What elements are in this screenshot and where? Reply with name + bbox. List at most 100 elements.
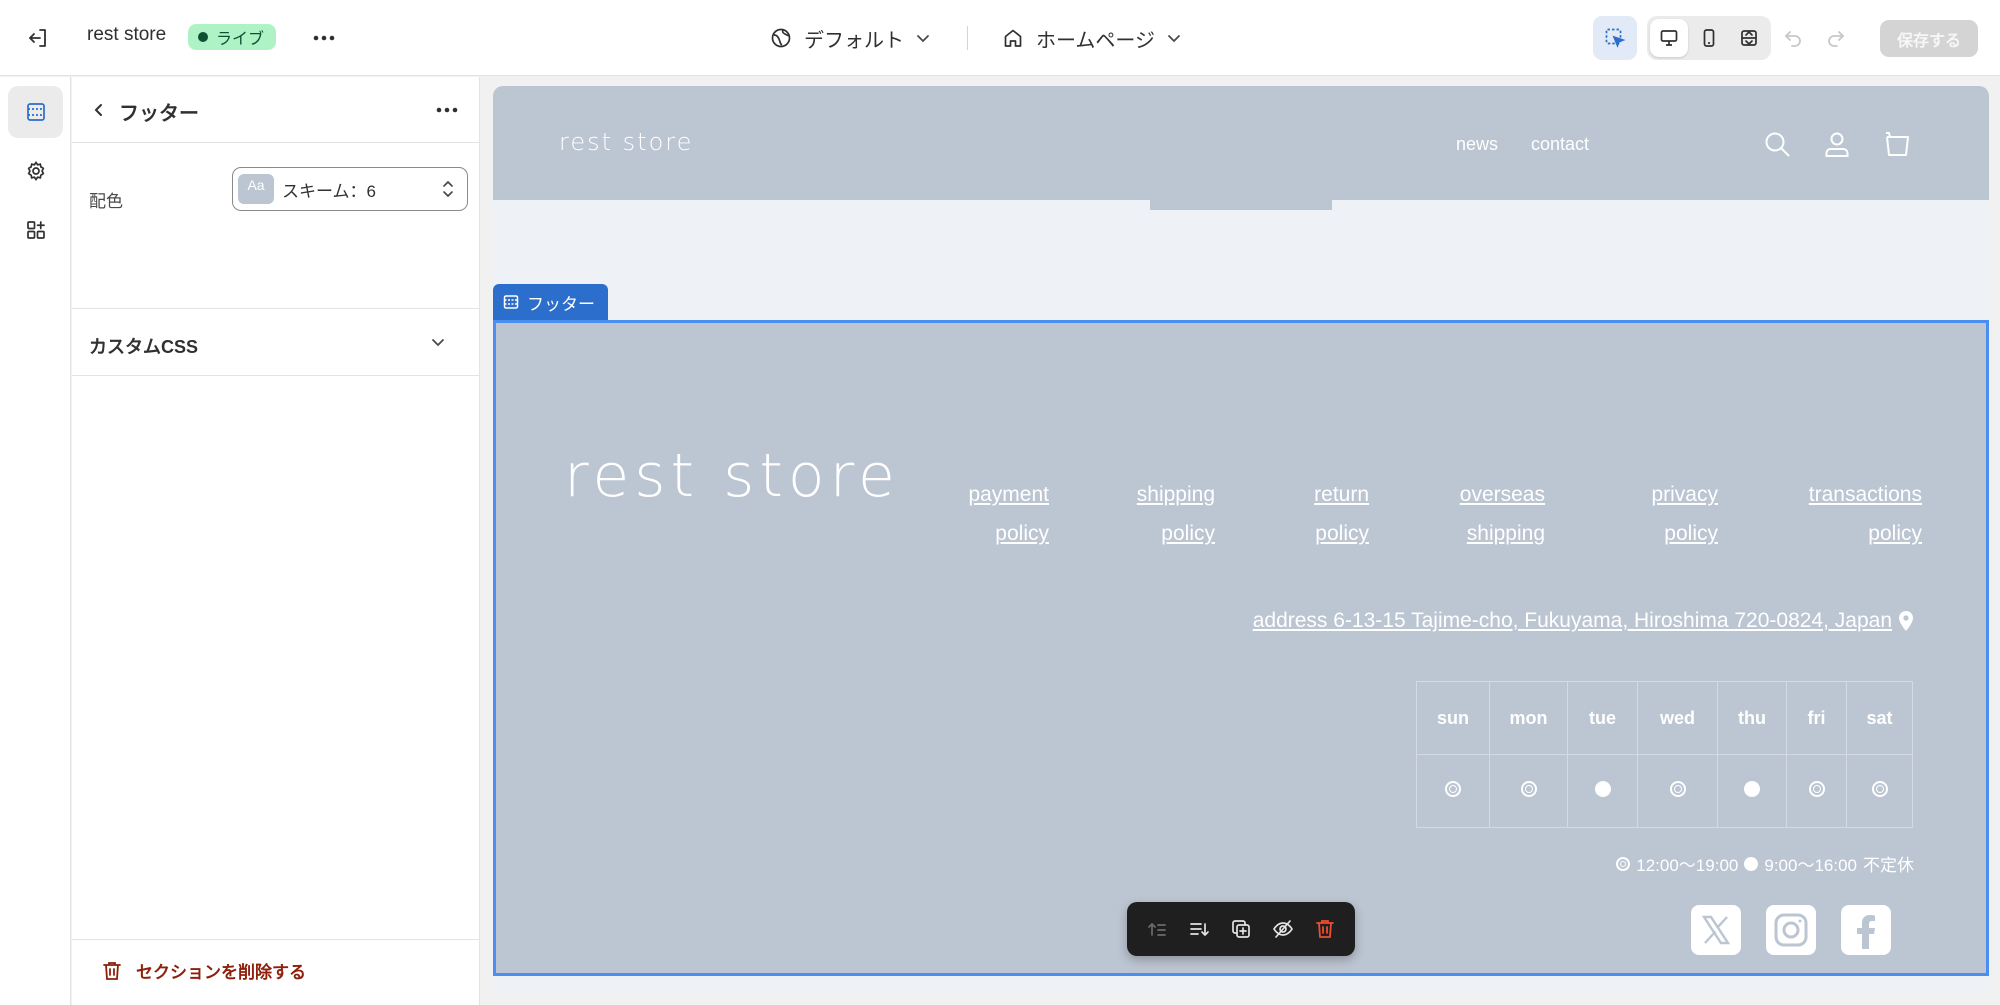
- move-down-button[interactable]: [1181, 911, 1217, 947]
- footer-section-tag[interactable]: フッター: [493, 284, 608, 320]
- editor-tools: [1593, 16, 1771, 60]
- save-button[interactable]: 保存する: [1880, 20, 1978, 57]
- policy-line: policy: [1161, 522, 1215, 545]
- store-name: rest store: [87, 24, 167, 45]
- policy-line: shipping: [1466, 522, 1545, 545]
- policy-line: payment: [968, 483, 1049, 506]
- store-header[interactable]: rest store news contact: [493, 86, 1989, 200]
- apps-add-icon: [26, 221, 45, 239]
- policy-line: policy: [1664, 522, 1718, 545]
- cart-icon[interactable]: [1881, 128, 1913, 160]
- trash-icon: [103, 961, 121, 980]
- scheme-value: スキーム：6: [282, 181, 376, 201]
- policy-link-transactions[interactable]: transactions policy: [1792, 475, 1922, 553]
- store-address-link[interactable]: address 6-13-15 Tajime-cho, Fukuyama, Hi…: [1253, 609, 1914, 633]
- hours-legend: 12:00〜19:00 9:00〜16:00 不定休: [1616, 851, 1914, 876]
- policy-line: return: [1314, 483, 1369, 506]
- double-circle-icon: [1669, 780, 1686, 797]
- footer-logo[interactable]: rest store: [564, 441, 900, 511]
- search-icon[interactable]: [1761, 128, 1793, 160]
- legend-short-hours: 9:00〜16:00: [1764, 856, 1857, 875]
- double-circle-icon: [1616, 856, 1631, 871]
- desktop-icon: [1660, 30, 1678, 46]
- hide-section-button[interactable]: [1265, 911, 1301, 947]
- day-mark-cell: [1567, 754, 1638, 828]
- back-button[interactable]: [84, 95, 114, 125]
- account-icon[interactable]: [1821, 128, 1853, 160]
- chevron-down-icon: [917, 35, 929, 43]
- legend-note: 不定休: [1863, 856, 1914, 875]
- trash-icon: [1316, 920, 1334, 938]
- delete-section-button[interactable]: セクションを削除する: [102, 958, 306, 983]
- chevron-down-icon: [1168, 35, 1180, 43]
- section-icon: [503, 295, 519, 309]
- policy-line: transactions: [1808, 483, 1922, 506]
- panel-more-button[interactable]: [430, 95, 464, 125]
- map-pin-icon: [1899, 611, 1913, 631]
- home-icon: [1004, 29, 1022, 47]
- x-social-link[interactable]: [1691, 905, 1741, 955]
- policy-line: overseas: [1459, 483, 1545, 506]
- policy-link-return[interactable]: return policy: [1303, 475, 1369, 553]
- day-header: sun: [1416, 681, 1490, 755]
- redo-button[interactable]: [1818, 20, 1854, 56]
- day-mark-cell: [1489, 754, 1568, 828]
- page-selector[interactable]: ホームページ: [1002, 22, 1181, 54]
- exit-button[interactable]: [18, 20, 58, 56]
- theme-selector[interactable]: デフォルト: [770, 22, 930, 54]
- delete-section-label: セクションを削除する: [136, 963, 306, 982]
- eye-off-icon: [1273, 920, 1293, 938]
- policy-link-shipping[interactable]: shipping policy: [1125, 475, 1215, 553]
- select-cursor-icon: [1605, 28, 1626, 48]
- chevron-down-icon: [432, 339, 444, 347]
- day-header: sat: [1846, 681, 1913, 755]
- nav-link-news[interactable]: news: [1456, 134, 1498, 155]
- globe-icon: [771, 28, 791, 48]
- color-scheme-select[interactable]: Aa スキーム：6: [232, 167, 468, 211]
- day-mark-cell: [1416, 754, 1490, 828]
- day-header: mon: [1489, 681, 1568, 755]
- viewport-switcher: [1647, 16, 1771, 60]
- table-row: sun mon tue wed thu fri sat: [1416, 681, 1913, 755]
- top-bar: rest store ライブ デフォルト ホームページ 保存する: [0, 0, 2000, 76]
- policy-line: privacy: [1651, 483, 1718, 506]
- facebook-social-link[interactable]: [1841, 905, 1891, 955]
- apps-tab[interactable]: [8, 204, 63, 256]
- policy-link-payment[interactable]: payment policy: [961, 475, 1049, 553]
- color-scheme-label: 配色: [89, 192, 123, 211]
- sections-icon: [26, 103, 45, 121]
- move-up-button[interactable]: [1139, 911, 1175, 947]
- move-up-icon: [1148, 922, 1166, 936]
- table-row: [1416, 754, 1913, 828]
- day-header: fri: [1786, 681, 1847, 755]
- footer-section[interactable]: rest store payment policy shipping polic…: [493, 320, 1989, 976]
- policy-link-privacy[interactable]: privacy policy: [1636, 475, 1718, 553]
- filled-circle-icon: [1594, 780, 1611, 797]
- nav-link-contact[interactable]: contact: [1531, 134, 1589, 155]
- inspector-toggle-button[interactable]: [1593, 16, 1637, 60]
- double-circle-icon: [1871, 780, 1888, 797]
- mobile-view-button[interactable]: [1690, 19, 1728, 57]
- section-floating-toolbar: [1127, 902, 1355, 956]
- settings-panel: フッター 配色 Aa スキーム：6 カスタムCSS セクションを削除する: [72, 77, 480, 1005]
- more-horizontal-icon: [313, 35, 335, 41]
- day-header: wed: [1637, 681, 1718, 755]
- panel-title: フッター: [119, 103, 199, 125]
- desktop-view-button[interactable]: [1650, 19, 1688, 57]
- instagram-social-link[interactable]: [1766, 905, 1816, 955]
- policy-line: policy: [1315, 522, 1369, 545]
- custom-css-row[interactable]: カスタムCSS: [72, 310, 480, 376]
- fullwidth-view-button[interactable]: [1730, 19, 1768, 57]
- policy-link-overseas-shipping[interactable]: overseas shipping: [1457, 475, 1545, 553]
- sections-tab[interactable]: [8, 86, 63, 138]
- undo-button[interactable]: [1775, 20, 1811, 56]
- delete-section-toolbar-button[interactable]: [1307, 911, 1343, 947]
- policy-line: policy: [995, 522, 1049, 545]
- policy-line: shipping: [1136, 483, 1215, 506]
- double-circle-icon: [1520, 780, 1537, 797]
- settings-tab[interactable]: [8, 145, 63, 197]
- more-actions-button[interactable]: [306, 20, 342, 56]
- store-header-logo[interactable]: rest store: [559, 128, 693, 156]
- section-tag-label: フッター: [527, 294, 595, 314]
- duplicate-button[interactable]: [1223, 911, 1259, 947]
